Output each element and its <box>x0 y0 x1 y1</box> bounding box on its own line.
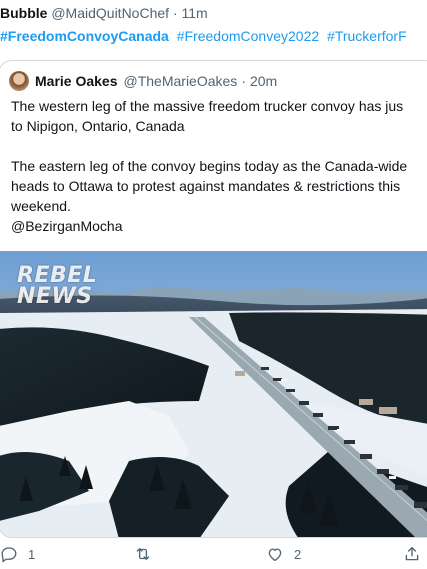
share-button[interactable] <box>403 545 421 563</box>
author-handle[interactable]: @MaidQuitNoChef <box>51 5 169 21</box>
mention-link[interactable]: @BezirganMocha <box>11 216 427 236</box>
retweet-button[interactable] <box>134 545 152 563</box>
text-line: The eastern leg of the convoy begins tod… <box>11 158 408 174</box>
text-line: to Nipigon, Ontario, Canada <box>11 118 185 134</box>
quoted-author-handle: @TheMarieOakes <box>123 73 238 89</box>
reply-count: 1 <box>28 546 36 562</box>
tweet-time[interactable]: 11m <box>182 5 208 21</box>
author-name[interactable]: Bubble <box>0 5 47 21</box>
tweet-media-image[interactable]: REBEL NEWS <box>0 251 427 537</box>
like-count: 2 <box>294 546 302 562</box>
avatar[interactable] <box>9 71 29 91</box>
quoted-tweet-time: 20m <box>249 73 278 89</box>
share-icon <box>405 546 419 561</box>
hashtag-line: #FreedomConvoyCanada #FreedomConvey2022 … <box>0 27 427 45</box>
like-button[interactable]: 2 <box>266 545 301 563</box>
heart-icon <box>268 548 282 562</box>
hashtag-link[interactable]: #FreedomConvoyCanada <box>0 28 169 44</box>
retweet-icon <box>136 548 150 560</box>
tweet-action-bar: 1 2 <box>0 545 427 569</box>
quoted-tweet-header: Marie Oakes @TheMarieOakes · 20m <box>9 70 277 92</box>
quoted-author-name: Marie Oakes <box>35 73 118 89</box>
tweet-header: Bubble @MaidQuitNoChef · 11m <box>0 4 427 22</box>
separator-dot: · <box>172 5 178 21</box>
reply-icon <box>1 547 17 563</box>
hashtag-link[interactable]: #TruckerforF <box>327 28 407 44</box>
reply-button[interactable]: 1 <box>0 545 35 563</box>
rebel-news-watermark: REBEL NEWS <box>17 263 98 309</box>
text-line: weekend. <box>11 198 71 214</box>
text-line: heads to Ottawa to protest against manda… <box>11 178 401 194</box>
text-line: The western leg of the massive freedom t… <box>11 98 404 114</box>
quoted-tweet-text: The western leg of the massive freedom t… <box>11 96 427 236</box>
quoted-tweet-card[interactable]: Marie Oakes @TheMarieOakes · 20m The wes… <box>0 60 427 538</box>
hashtag-link[interactable]: #FreedomConvey2022 <box>177 28 319 44</box>
separator-dot: · <box>241 73 246 89</box>
